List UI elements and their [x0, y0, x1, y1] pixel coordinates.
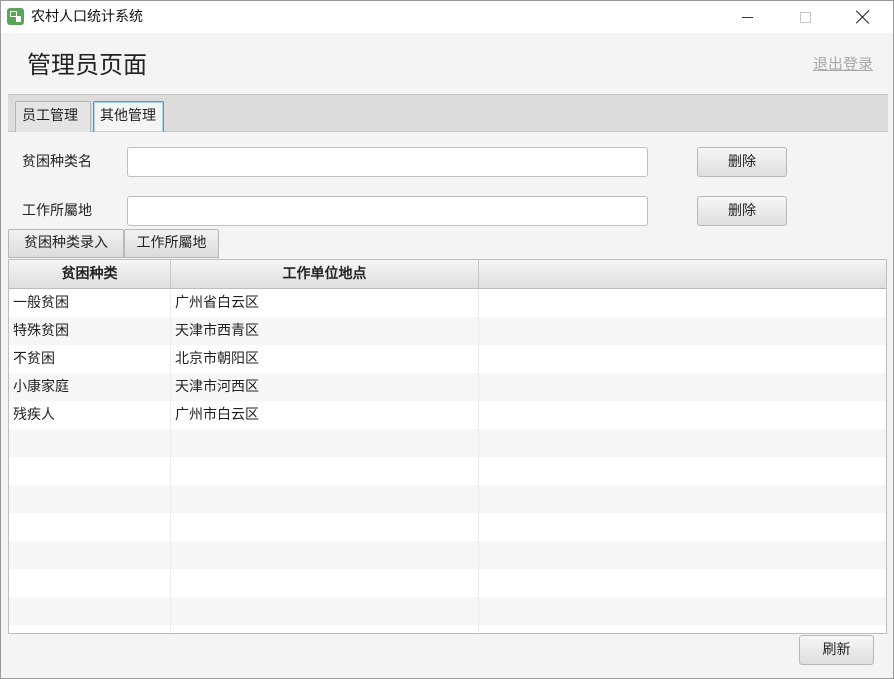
cell-workplace	[171, 513, 479, 541]
page-title: 管理员页面	[27, 51, 147, 79]
main-tab-bar: 员工管理 其他管理	[8, 94, 888, 132]
app-window: 农村人口统计系统 管理员页面 退出登录 员工管理 其他管理 贫困种类名 删除 工…	[0, 0, 894, 679]
cell-empty	[479, 541, 886, 569]
cell-empty	[479, 597, 886, 625]
table-row[interactable]: 小康家庭 天津市河西区	[9, 373, 886, 401]
refresh-button[interactable]: 刷新	[799, 635, 874, 665]
cell-workplace	[171, 569, 479, 597]
close-icon	[856, 10, 870, 24]
delete-poverty-type-button[interactable]: 删除	[697, 147, 787, 177]
table-row[interactable]	[9, 513, 886, 541]
table-row[interactable]	[9, 541, 886, 569]
table-row[interactable]: 残疾人 广州市白云区	[9, 401, 886, 429]
cell-workplace	[171, 429, 479, 457]
cell-empty	[479, 625, 886, 633]
cell-empty	[479, 513, 886, 541]
app-title: 农村人口统计系统	[31, 9, 143, 25]
cell-poverty-type: 特殊贫困	[9, 317, 171, 345]
cell-workplace	[171, 541, 479, 569]
table-row[interactable]	[9, 457, 886, 485]
title-bar: 农村人口统计系统	[1, 1, 893, 33]
table-row[interactable]	[9, 485, 886, 513]
poverty-type-input[interactable]	[127, 147, 648, 177]
cell-empty	[479, 289, 886, 317]
cell-poverty-type	[9, 541, 171, 569]
cell-poverty-type: 一般贫困	[9, 289, 171, 317]
table-row[interactable]	[9, 429, 886, 457]
maximize-button[interactable]	[775, 1, 835, 33]
table-row[interactable]	[9, 597, 886, 625]
table-row[interactable]	[9, 625, 886, 633]
table-header: 贫困种类 工作单位地点	[9, 260, 886, 289]
minimize-icon	[741, 16, 753, 18]
cell-empty	[479, 429, 886, 457]
table-row[interactable]: 特殊贫困 天津市西青区	[9, 317, 886, 345]
column-header-poverty-type[interactable]: 贫困种类	[9, 260, 171, 288]
workplace-label: 工作所屬地	[22, 203, 92, 219]
cell-empty	[479, 373, 886, 401]
cell-poverty-type: 残疾人	[9, 401, 171, 429]
cell-workplace	[171, 597, 479, 625]
logout-link[interactable]: 退出登录	[813, 54, 873, 74]
table-row[interactable]: 一般贫困 广州省白云区	[9, 289, 886, 317]
tab-staff-management[interactable]: 员工管理	[15, 101, 91, 132]
table-row[interactable]: 不贫困 北京市朝阳区	[9, 345, 886, 373]
subtab-poverty-entry[interactable]: 贫困种类录入	[8, 229, 124, 258]
cell-poverty-type	[9, 597, 171, 625]
cell-poverty-type	[9, 625, 171, 633]
column-header-workplace[interactable]: 工作单位地点	[171, 260, 479, 288]
cell-empty	[479, 317, 886, 345]
poverty-type-label: 贫困种类名	[22, 154, 92, 170]
cell-workplace: 广州省白云区	[171, 289, 479, 317]
cell-workplace: 天津市河西区	[171, 373, 479, 401]
minimize-button[interactable]	[717, 1, 777, 33]
cell-poverty-type	[9, 513, 171, 541]
cell-empty	[479, 457, 886, 485]
cell-poverty-type	[9, 429, 171, 457]
table-body: 一般贫困 广州省白云区 特殊贫困 天津市西青区 不贫困 北京市朝阳区 小康家庭 天津市河…	[9, 289, 886, 633]
column-header-empty[interactable]	[479, 260, 886, 288]
close-button[interactable]	[833, 1, 893, 33]
delete-workplace-button[interactable]: 删除	[697, 196, 787, 226]
cell-poverty-type	[9, 569, 171, 597]
data-table: 贫困种类 工作单位地点 一般贫困 广州省白云区 特殊贫困 天津市西青区 不贫困 北京市…	[8, 259, 887, 634]
workplace-input[interactable]	[127, 196, 648, 226]
cell-empty	[479, 485, 886, 513]
cell-poverty-type	[9, 457, 171, 485]
cell-empty	[479, 401, 886, 429]
subtab-workplace[interactable]: 工作所屬地	[124, 229, 219, 258]
maximize-icon	[799, 11, 811, 23]
cell-empty	[479, 345, 886, 373]
cell-workplace	[171, 457, 479, 485]
cell-workplace: 广州市白云区	[171, 401, 479, 429]
table-row[interactable]	[9, 569, 886, 597]
cell-poverty-type	[9, 485, 171, 513]
cell-workplace: 北京市朝阳区	[171, 345, 479, 373]
cell-poverty-type: 不贫困	[9, 345, 171, 373]
app-logo-icon	[7, 8, 24, 25]
cell-empty	[479, 569, 886, 597]
cell-workplace: 天津市西青区	[171, 317, 479, 345]
cell-poverty-type: 小康家庭	[9, 373, 171, 401]
cell-workplace	[171, 485, 479, 513]
cell-workplace	[171, 625, 479, 633]
tab-other-management[interactable]: 其他管理	[93, 101, 164, 132]
